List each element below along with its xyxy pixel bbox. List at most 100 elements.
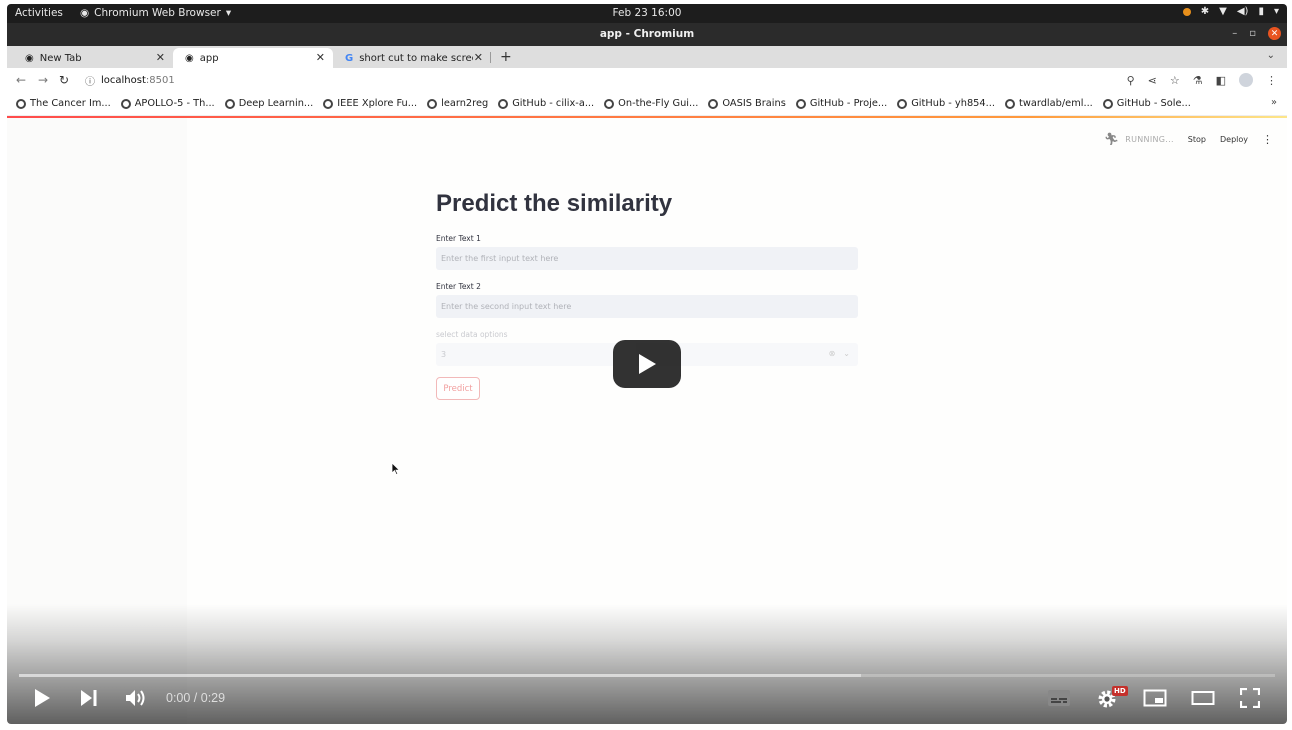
tab-new-tab[interactable]: ◉ New Tab ✕ (13, 48, 173, 68)
streamlit-header: 🏃︎ RUNNING... Stop Deploy ⋮ (1104, 132, 1273, 146)
tab-close-icon[interactable]: ✕ (316, 51, 325, 64)
restore-icon[interactable]: ▫ (1249, 28, 1256, 39)
progress-bar[interactable] (19, 674, 1275, 677)
video-frame[interactable]: Activities ◉ Chromium Web Browser ▾ Feb … (7, 4, 1287, 724)
window-title-bar: app - Chromium – ▫ ✕ (7, 23, 1287, 46)
google-icon: G (345, 52, 354, 64)
system-menu-caret-icon: ▾ (1273, 6, 1279, 17)
hd-badge: HD (1112, 686, 1128, 696)
app-menu[interactable]: ◉ Chromium Web Browser ▾ (80, 7, 231, 19)
text1-input[interactable]: Enter the first input text here (436, 247, 858, 270)
globe-icon (708, 98, 719, 109)
progress-bar-loaded (19, 674, 861, 677)
globe-icon (120, 98, 131, 109)
text1-label: Enter Text 1 (436, 234, 481, 243)
globe-icon (16, 98, 26, 109)
tab-app[interactable]: ◉ app ✕ (173, 48, 333, 68)
running-man-icon: 🏃︎ (1103, 132, 1120, 146)
window-title: app - Chromium (599, 28, 695, 40)
tab-short-cut[interactable]: G short cut to make screen ✕ (333, 48, 491, 68)
chevron-down-icon[interactable]: ⌄ (843, 349, 850, 358)
reload-icon[interactable]: ↻ (59, 73, 69, 87)
play-icon (639, 354, 656, 374)
streamlit-icon: ◉ (185, 52, 194, 64)
large-play-button[interactable] (613, 340, 681, 388)
tab-label: New Tab (39, 52, 82, 64)
bookmark-item[interactable]: GitHub - yh854... (897, 98, 995, 109)
mouse-cursor-icon (391, 462, 401, 476)
bookmark-item[interactable]: Deep Learnin... (224, 98, 314, 109)
github-icon (498, 98, 509, 109)
system-top-bar: Activities ◉ Chromium Web Browser ▾ Feb … (7, 4, 1287, 23)
bookmark-item[interactable]: On-the-Fly Gui... (604, 98, 698, 109)
chromium-icon: ◉ (80, 7, 90, 19)
globe-icon (323, 98, 334, 109)
clear-select-icon[interactable]: ⊗ (829, 349, 836, 358)
notification-dot-icon (1182, 7, 1191, 16)
tab-label: app (199, 52, 219, 64)
address-bar[interactable]: ⓘ localhost:8501 (85, 73, 175, 88)
play-icon[interactable] (33, 688, 51, 708)
wifi-icon: ▼ (1219, 6, 1227, 17)
tab-separator (490, 52, 491, 63)
deploy-button[interactable]: Deploy (1220, 135, 1248, 144)
share-icon[interactable]: ⋖ (1148, 74, 1157, 87)
bookmark-item[interactable]: GitHub - cilix-a... (498, 98, 594, 109)
miniplayer-icon[interactable] (1143, 688, 1167, 708)
predict-button[interactable]: Predict (436, 377, 480, 400)
bookmark-item[interactable]: OASIS Brains (708, 98, 786, 109)
text2-input[interactable]: Enter the second input text here (436, 295, 858, 318)
minimize-icon[interactable]: – (1232, 28, 1237, 39)
bookmarks-overflow-icon[interactable]: » (1271, 97, 1277, 108)
bookmark-label: GitHub - cilix-a... (512, 98, 595, 109)
kebab-menu-icon[interactable]: ⋮ (1266, 74, 1277, 87)
bookmark-label: The Cancer Im... (30, 98, 111, 109)
bookmark-label: learn2reg (441, 98, 489, 109)
bookmark-item[interactable]: IEEE Xplore Fu... (323, 98, 417, 109)
back-arrow-icon[interactable]: ← (16, 73, 26, 87)
close-window-icon[interactable]: ✕ (1268, 27, 1281, 40)
url-host: localhost (101, 75, 146, 86)
fullscreen-icon[interactable] (1240, 688, 1260, 708)
bookmark-label: GitHub - Sole... (1116, 98, 1191, 109)
tab-close-icon[interactable]: ✕ (474, 51, 483, 64)
bookmark-item[interactable]: APOLLO-5 - Th... (120, 98, 215, 109)
zoom-icon[interactable]: ⚲ (1127, 74, 1135, 87)
globe-icon (1102, 98, 1113, 109)
activities-button[interactable]: Activities (15, 7, 63, 19)
bookmark-item[interactable]: learn2reg (427, 98, 488, 109)
system-tray[interactable]: ✱ ▼ ◀) ▮ ▾ (1182, 6, 1279, 17)
next-video-icon[interactable] (79, 688, 99, 708)
bookmark-item[interactable]: The Cancer Im... (16, 98, 111, 109)
tab-search-chevron-icon[interactable]: ⌄ (1267, 50, 1275, 61)
player-controls: 0:00 / 0:29 HD (7, 680, 1287, 720)
theater-mode-icon[interactable] (1191, 688, 1215, 708)
running-status: 🏃︎ RUNNING... (1104, 132, 1174, 146)
bookmark-item[interactable]: GitHub - Sole... (1102, 98, 1191, 109)
bookmark-label: twardlab/eml... (1018, 98, 1093, 109)
bookmark-item[interactable]: twardlab/eml... (1004, 98, 1093, 109)
side-panel-icon[interactable]: ◧ (1216, 74, 1226, 87)
accessibility-icon: ✱ (1200, 6, 1210, 17)
bookmark-label: Deep Learnin... (238, 98, 314, 109)
new-tab-plus-icon[interactable]: + (500, 49, 512, 65)
page-title: Predict the similarity (436, 190, 673, 217)
forward-arrow-icon[interactable]: → (38, 73, 48, 87)
select-value: 3 (441, 350, 447, 359)
bookmark-label: IEEE Xplore Fu... (337, 98, 418, 109)
profile-avatar-icon[interactable] (1239, 73, 1253, 87)
bookmark-item[interactable]: GitHub - Proje... (795, 98, 888, 109)
main-menu-kebab-icon[interactable]: ⋮ (1262, 133, 1273, 146)
tab-close-icon[interactable]: ✕ (156, 51, 165, 64)
subtitles-icon[interactable] (1047, 688, 1071, 708)
running-status-label: RUNNING... (1125, 134, 1174, 144)
stop-button[interactable]: Stop (1188, 135, 1206, 144)
battery-icon: ▮ (1258, 6, 1264, 17)
volume-icon[interactable] (125, 688, 147, 708)
globe-icon (427, 98, 438, 109)
url-port: :8501 (145, 75, 175, 86)
bookmark-star-icon[interactable]: ☆ (1170, 74, 1180, 87)
extensions-flask-icon[interactable]: ⚗ (1193, 74, 1203, 87)
globe-icon (224, 98, 235, 109)
bookmark-label: GitHub - Proje... (809, 98, 888, 109)
